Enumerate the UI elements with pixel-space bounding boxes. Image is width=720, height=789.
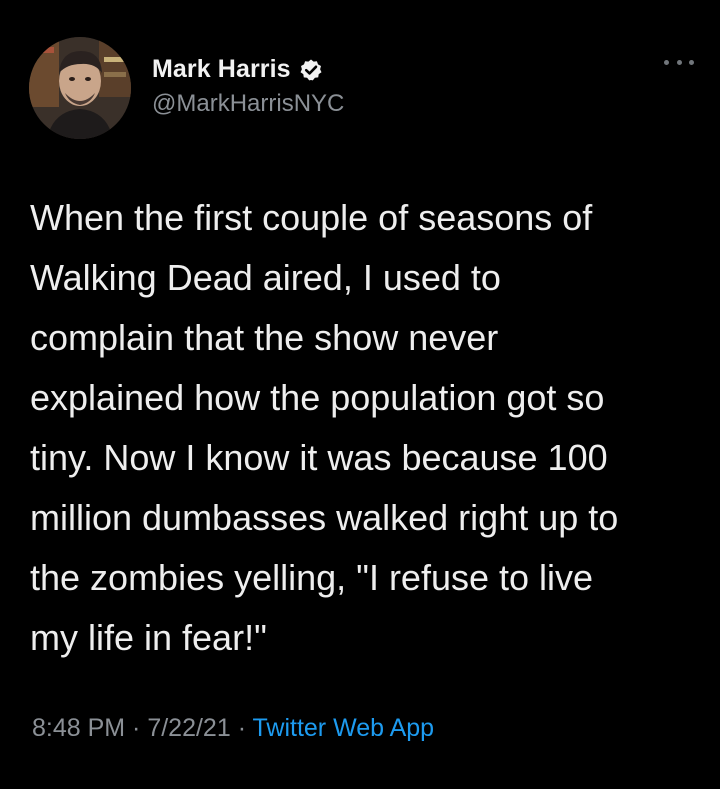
tweet-source-link[interactable]: Twitter Web App xyxy=(253,714,435,742)
avatar[interactable] xyxy=(29,37,131,139)
more-dot xyxy=(689,59,694,65)
tweet-text: When the first couple of seasons of Walk… xyxy=(30,197,619,658)
author-name-row: Mark Harris xyxy=(152,55,323,84)
display-name[interactable]: Mark Harris xyxy=(152,55,291,84)
tweet-meta: 8:48 PM · 7/22/21 · Twitter Web App xyxy=(32,714,434,743)
more-dot xyxy=(664,59,669,65)
more-options-icon[interactable] xyxy=(664,52,694,72)
tweet-time[interactable]: 8:48 PM xyxy=(32,714,125,742)
meta-separator: · xyxy=(230,714,253,742)
tweet-date[interactable]: 7/22/21 xyxy=(147,714,230,742)
verified-badge-icon xyxy=(299,58,323,82)
author-handle[interactable]: @MarkHarrisNYC xyxy=(152,90,344,118)
tweet-card: Mark Harris @MarkHarrisNYC When the firs… xyxy=(0,0,720,789)
avatar-image xyxy=(29,37,131,139)
meta-separator: · xyxy=(125,714,148,742)
more-dot xyxy=(676,59,682,65)
